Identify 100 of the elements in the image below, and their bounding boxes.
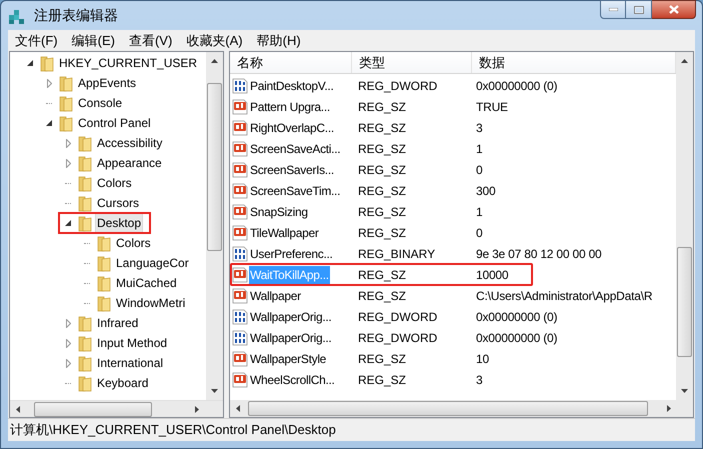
value-data: 0x00000000 (0) (475, 308, 558, 326)
value-data: 0 (475, 224, 482, 242)
collapsed-arrow-icon[interactable] (66, 158, 70, 168)
tree-item[interactable]: Appearance (95, 153, 164, 173)
value-type: REG_DWORD (357, 78, 438, 94)
column-header[interactable]: 类型 (352, 52, 472, 73)
tree-item[interactable]: Colors (95, 173, 134, 193)
tree-item[interactable]: Desktop (95, 213, 144, 233)
scroll-thumb[interactable] (677, 247, 692, 357)
value-data: 1 (475, 204, 482, 220)
value-name[interactable]: ScreenSaverIs... (249, 160, 335, 178)
value-type: REG_SZ (357, 162, 408, 178)
folder-icon (39, 54, 55, 72)
value-name[interactable]: SnapSizing (249, 202, 309, 220)
value-name[interactable]: PaintDesktopV... (249, 76, 334, 94)
value-name[interactable]: Pattern Upgra... (249, 98, 331, 116)
window-title: 注册表编辑器 (34, 6, 118, 25)
folder-icon (77, 134, 93, 152)
tree-item[interactable]: Console (76, 93, 124, 113)
tree-item[interactable]: Colors (114, 233, 153, 253)
maximize-button[interactable] (626, 0, 652, 19)
column-header[interactable]: 名称 (230, 52, 352, 73)
horizontal-scrollbar[interactable] (10, 400, 223, 417)
expanded-arrow-icon[interactable] (27, 60, 33, 66)
value-type: REG_SZ (357, 98, 408, 116)
collapsed-arrow-icon[interactable] (66, 358, 70, 368)
minimize-icon (608, 8, 618, 11)
tree-item[interactable]: Keyboard (95, 373, 150, 393)
value-name[interactable]: WallpaperOrig... (249, 308, 332, 326)
folder-icon (96, 234, 112, 252)
tree-item[interactable]: Input Method (95, 333, 170, 353)
value-name[interactable]: ScreenSaveTim... (249, 182, 342, 200)
scroll-thumb[interactable] (207, 83, 222, 251)
tree-item[interactable]: Infrared (95, 313, 140, 333)
folder-icon (77, 374, 93, 392)
tree-item[interactable]: LanguageCor (114, 253, 191, 273)
tree-item[interactable]: MuiCached (114, 273, 179, 293)
collapsed-arrow-icon[interactable] (66, 138, 70, 148)
value-type: REG_SZ (357, 288, 408, 304)
value-type: REG_DWORD (357, 330, 438, 346)
scroll-right-icon (667, 405, 671, 412)
scroll-thumb[interactable] (34, 402, 152, 416)
collapsed-arrow-icon[interactable] (66, 338, 70, 348)
folder-icon (58, 114, 74, 132)
scroll-up-icon (211, 59, 218, 63)
menu-item[interactable]: 收藏夹(A) (186, 30, 243, 50)
maximize-icon (634, 6, 644, 14)
folder-icon (77, 194, 93, 212)
vertical-scrollbar[interactable] (206, 52, 223, 400)
menu-item[interactable]: 帮助(H) (256, 30, 301, 50)
menu-item[interactable]: 文件(F) (15, 30, 58, 50)
expanded-arrow-icon[interactable] (65, 220, 71, 226)
value-data: 1 (475, 140, 482, 158)
horizontal-scrollbar[interactable] (230, 400, 693, 417)
value-name[interactable]: WallpaperStyle (249, 350, 328, 368)
value-data: 3 (475, 372, 482, 388)
tree-item[interactable]: AppEvents (76, 73, 138, 93)
tree-item[interactable]: International (95, 353, 166, 373)
value-type: REG_BINARY (357, 246, 436, 262)
folder-icon (58, 94, 74, 112)
value-name[interactable]: TileWallpaper (249, 224, 320, 242)
value-name[interactable]: WheelScrollCh... (249, 370, 336, 388)
scroll-thumb[interactable] (248, 401, 648, 416)
value-type: REG_SZ (357, 224, 408, 242)
collapsed-arrow-icon[interactable] (46, 78, 52, 88)
tree-item[interactable]: WindowMetri (114, 293, 188, 313)
tree-item[interactable]: Cursors (95, 193, 142, 213)
folder-icon (77, 214, 93, 232)
value-name[interactable]: RightOverlapC... (249, 118, 335, 136)
value-type: REG_SZ (357, 266, 408, 284)
tree-item[interactable]: Accessibility (95, 133, 164, 153)
tree-item[interactable]: Control Panel (76, 113, 153, 133)
value-type: REG_SZ (357, 350, 408, 368)
value-name[interactable]: ScreenSaveActi... (249, 140, 342, 158)
folder-icon (77, 354, 93, 372)
value-type: REG_SZ (357, 120, 408, 136)
value-data: 300 (475, 182, 496, 200)
value-name[interactable]: Wallpaper (249, 286, 302, 304)
collapsed-arrow-icon[interactable] (66, 318, 70, 328)
folder-icon (77, 154, 93, 172)
tree-item[interactable]: HKEY_CURRENT_USER (57, 53, 200, 73)
value-data: 0 (475, 162, 482, 178)
scroll-left-icon (236, 405, 240, 412)
menu-item[interactable]: 编辑(E) (72, 30, 115, 50)
folder-icon (77, 334, 93, 352)
expanded-arrow-icon[interactable] (46, 120, 52, 126)
value-data: 0x00000000 (0) (475, 78, 558, 94)
value-type: REG_SZ (357, 182, 408, 200)
folder-icon (77, 174, 93, 192)
folder-icon (96, 294, 112, 312)
value-data: C:\Users\Administrator\AppData\R (475, 288, 652, 304)
minimize-button[interactable] (600, 0, 626, 19)
value-name[interactable]: UserPreferenc... (249, 244, 334, 262)
menu-item[interactable]: 查看(V) (128, 30, 172, 50)
close-button[interactable] (652, 0, 696, 19)
value-type: REG_DWORD (357, 308, 438, 326)
value-name[interactable]: WallpaperOrig... (249, 328, 332, 346)
vertical-scrollbar[interactable] (676, 52, 693, 400)
status-path: 计算机\HKEY_CURRENT_USER\Control Panel\Desktop (10, 421, 336, 440)
value-type: REG_SZ (357, 140, 408, 158)
